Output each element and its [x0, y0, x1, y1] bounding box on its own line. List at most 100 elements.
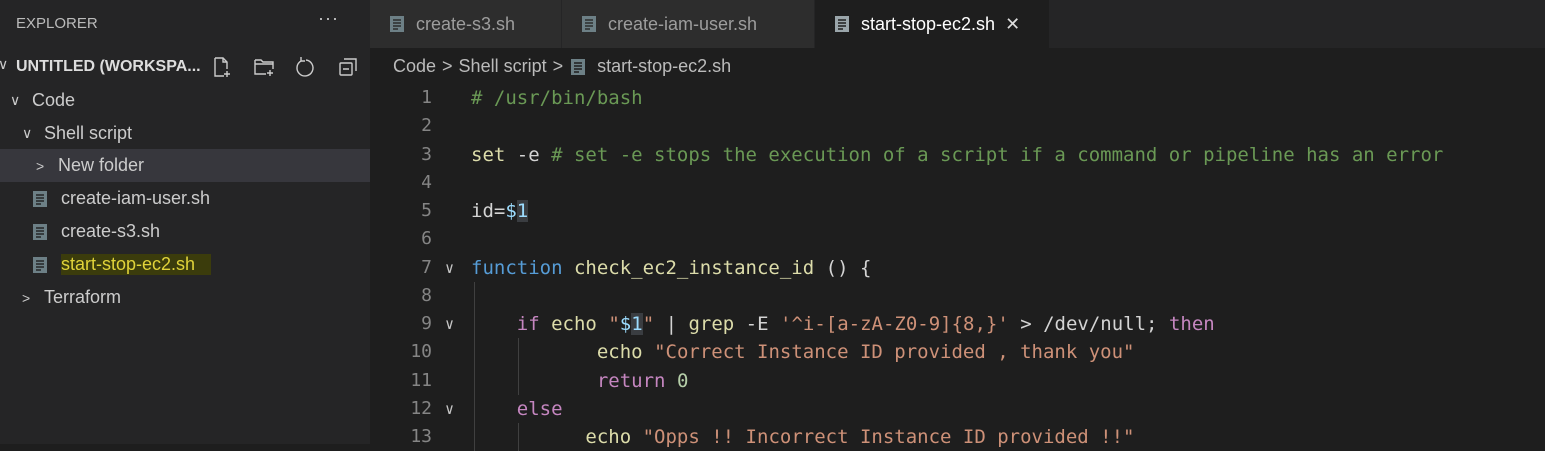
code-token: $ — [505, 200, 517, 222]
new-folder-icon[interactable] — [252, 55, 276, 79]
code-token: grep — [688, 313, 735, 335]
code-line[interactable]: 4 — [0, 169, 1545, 197]
code-token: 1 — [631, 313, 643, 335]
code-token: id= — [471, 200, 506, 222]
code-token: () { — [814, 256, 872, 279]
line-number: 13 — [410, 426, 432, 447]
breadcrumb: Code > Shell script > start-stop-ec2.sh — [393, 56, 731, 77]
code-token: echo — [585, 426, 632, 448]
code-token: # set -e stops the execution of a script… — [551, 143, 1444, 166]
code-line[interactable]: 8 — [0, 282, 1545, 310]
code-text: echo "Correct Instance ID provided , tha… — [471, 338, 1135, 366]
breadcrumb-item[interactable]: start-stop-ec2.sh — [597, 56, 731, 77]
tab-start-stop-ec2[interactable]: start-stop-ec2.sh ✕ — [815, 0, 1050, 48]
code-token: 0 — [676, 369, 689, 392]
code-token: else — [516, 397, 563, 420]
line-number: 11 — [410, 369, 432, 391]
more-actions-button[interactable]: ··· — [318, 8, 339, 29]
code-line[interactable]: 2 — [0, 112, 1545, 140]
code-token: | — [654, 313, 689, 335]
code-token: function — [471, 256, 563, 279]
indent-guide — [518, 338, 519, 395]
code-text: else — [471, 395, 563, 423]
file-icon — [571, 58, 586, 75]
code-text: function check_ec2_instance_id () { — [471, 254, 871, 282]
code-token: -e — [505, 143, 552, 166]
code-text: set -e # set -e stops the execution of a… — [471, 141, 1443, 169]
close-icon[interactable]: ✕ — [1005, 14, 1020, 35]
code-text: id=$1 — [471, 197, 529, 225]
chevron-right-icon: > — [552, 56, 564, 76]
line-number: 2 — [421, 115, 432, 137]
code-token: echo — [551, 313, 597, 335]
code-line[interactable]: 7 ∨ function check_ec2_instance_id () { — [0, 254, 1545, 282]
file-icon — [835, 16, 849, 32]
fold-chevron-icon[interactable]: ∨ — [445, 254, 454, 282]
fold-chevron-icon[interactable]: ∨ — [445, 310, 454, 338]
refresh-icon[interactable] — [294, 55, 318, 79]
code-line[interactable]: 5 id=$1 — [0, 197, 1545, 225]
code-token: 1 — [516, 200, 529, 222]
breadcrumb-item[interactable]: Code — [393, 56, 436, 77]
line-number: 6 — [421, 228, 432, 250]
line-number: 7 — [421, 256, 432, 278]
collapse-all-icon[interactable] — [336, 55, 360, 79]
code-text: if echo "$1" | grep -E '^i-[a-zA-Z0-9]{8… — [471, 310, 1215, 338]
indent-guide — [518, 423, 519, 451]
workspace-header[interactable]: ∨ UNTITLED (WORKSPA... — [0, 52, 370, 82]
line-number: 1 — [421, 87, 432, 108]
tab-bar: create-s3.sh create-iam-user.sh start-st… — [370, 0, 1545, 48]
code-token: '^i-[a-zA-Z0-9]{8,}' — [780, 313, 1009, 335]
code-line[interactable]: 1 # /usr/bin/bash — [0, 84, 1545, 112]
workspace-label: UNTITLED (WORKSPA... — [16, 58, 201, 75]
code-line[interactable]: 11 return 0 — [0, 367, 1545, 395]
code-line[interactable]: 13 echo "Opps !! Incorrect Instance ID p… — [0, 423, 1545, 451]
chevron-down-icon: ∨ — [0, 56, 9, 72]
line-number: 5 — [421, 200, 432, 221]
code-line[interactable]: 12 ∨ else — [0, 395, 1545, 423]
tab-create-iam-user[interactable]: create-iam-user.sh — [562, 0, 815, 48]
explorer-title: EXPLORER — [16, 15, 98, 32]
indent-guide — [474, 281, 475, 451]
code-line[interactable]: 6 — [0, 225, 1545, 253]
code-line[interactable]: 3 set -e # set -e stops the execution of … — [0, 141, 1545, 169]
line-number: 9 — [421, 313, 432, 334]
code-token: set — [471, 143, 506, 166]
new-file-icon[interactable] — [210, 55, 234, 79]
code-token: return — [596, 369, 666, 392]
code-line[interactable]: 9 ∨ if echo "$1" | grep -E '^i-[a-zA-Z0-9… — [0, 310, 1545, 338]
tab-label: create-iam-user.sh — [608, 13, 758, 34]
code-text: echo "Opps !! Incorrect Instance ID prov… — [471, 423, 1135, 451]
line-number: 4 — [421, 171, 432, 193]
code-token: check_ec2_instance_id — [573, 256, 815, 279]
code-token: " — [608, 313, 620, 335]
code-token: "Opps !! Incorrect Instance ID provided … — [642, 426, 1135, 448]
line-number: 10 — [410, 341, 432, 363]
tab-create-s3[interactable]: create-s3.sh — [370, 0, 562, 48]
line-number: 3 — [421, 143, 432, 165]
code-text: return 0 — [471, 367, 689, 395]
code-token: then — [1168, 313, 1215, 335]
code-token: " — [642, 313, 655, 335]
file-icon — [390, 16, 404, 32]
line-number: 8 — [421, 284, 432, 306]
breadcrumb-item[interactable]: Shell script — [459, 56, 547, 77]
tab-label: create-s3.sh — [416, 13, 516, 34]
line-number: 12 — [410, 397, 432, 419]
file-icon — [582, 16, 596, 32]
code-line[interactable]: 10 echo "Correct Instance ID provided , … — [0, 338, 1545, 366]
code-token: $ — [619, 313, 632, 335]
code-token: > /dev/null; — [1008, 313, 1169, 335]
code-token: # /usr/bin/bash — [471, 87, 643, 109]
fold-chevron-icon[interactable]: ∨ — [445, 395, 454, 423]
